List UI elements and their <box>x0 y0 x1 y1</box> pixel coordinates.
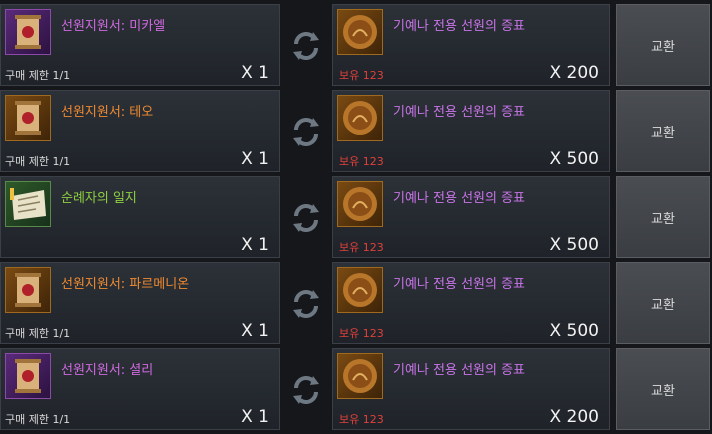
reward-slot[interactable]: 선원지원서: 미카엘 구매 제한 1/1 X 1 <box>0 4 280 86</box>
exchange-arrows-icon <box>286 112 326 152</box>
exchange-row: 선원지원서: 미카엘 구매 제한 1/1 X 1 기예나 전용 선원의 증표 보… <box>0 4 712 86</box>
purchase-limit: 구매 제한 1/1 <box>5 327 71 340</box>
item-quantity: X 1 <box>241 235 269 255</box>
item-quantity: X 1 <box>241 321 269 341</box>
exchange-list: 선원지원서: 미카엘 구매 제한 1/1 X 1 기예나 전용 선원의 증표 보… <box>0 0 712 434</box>
exchange-arrows-icon <box>286 26 326 66</box>
cost-item-name: 기예나 전용 선원의 증표 <box>393 363 525 378</box>
purchase-limit: 구매 제한 1/1 <box>5 155 71 168</box>
cost-quantity: X 500 <box>549 321 600 341</box>
exchange-arrows-icon <box>286 198 326 238</box>
cost-item-name: 기예나 전용 선원의 증표 <box>393 277 525 292</box>
reward-slot[interactable]: 선원지원서: 테오 구매 제한 1/1 X 1 <box>0 90 280 172</box>
cost-quantity: X 200 <box>549 407 600 427</box>
token-coin-icon <box>337 181 383 227</box>
token-coin-icon <box>337 267 383 313</box>
purchase-limit: 구매 제한 1/1 <box>5 69 71 82</box>
cost-quantity: X 200 <box>549 63 600 83</box>
owned-count: 보유 123 <box>339 155 384 168</box>
item-name: 순례자의 일지 <box>61 191 137 206</box>
journal-icon <box>5 181 51 227</box>
reward-slot[interactable]: 선원지원서: 셜리 구매 제한 1/1 X 1 <box>0 348 280 430</box>
item-quantity: X 1 <box>241 407 269 427</box>
cost-slot[interactable]: 기예나 전용 선원의 증표 보유 123 X 500 <box>332 90 610 172</box>
owned-count: 보유 123 <box>339 413 384 426</box>
cost-item-name: 기예나 전용 선원의 증표 <box>393 19 525 34</box>
cost-slot[interactable]: 기예나 전용 선원의 증표 보유 123 X 500 <box>332 176 610 258</box>
cost-quantity: X 500 <box>549 235 600 255</box>
cost-item-name: 기예나 전용 선원의 증표 <box>393 191 525 206</box>
cost-slot[interactable]: 기예나 전용 선원의 증표 보유 123 X 200 <box>332 4 610 86</box>
exchange-arrows-icon <box>286 284 326 324</box>
owned-count: 보유 123 <box>339 241 384 254</box>
cost-quantity: X 500 <box>549 149 600 169</box>
item-quantity: X 1 <box>241 149 269 169</box>
owned-count: 보유 123 <box>339 69 384 82</box>
item-name: 선원지원서: 미카엘 <box>61 19 166 34</box>
token-coin-icon <box>337 353 383 399</box>
exchange-button[interactable]: 교환 <box>616 4 710 86</box>
purchase-limit: 구매 제한 1/1 <box>5 413 71 426</box>
exchange-row: 선원지원서: 테오 구매 제한 1/1 X 1 기예나 전용 선원의 증표 보유… <box>0 90 712 172</box>
item-quantity: X 1 <box>241 63 269 83</box>
token-coin-icon <box>337 9 383 55</box>
item-name: 선원지원서: 파르메니온 <box>61 277 190 292</box>
exchange-button[interactable]: 교환 <box>616 90 710 172</box>
exchange-row: 선원지원서: 파르메니온 구매 제한 1/1 X 1 기예나 전용 선원의 증표… <box>0 262 712 344</box>
cost-slot[interactable]: 기예나 전용 선원의 증표 보유 123 X 200 <box>332 348 610 430</box>
reward-slot[interactable]: 선원지원서: 파르메니온 구매 제한 1/1 X 1 <box>0 262 280 344</box>
exchange-row: 순례자의 일지 X 1 기예나 전용 선원의 증표 보유 123 X 500 교… <box>0 176 712 258</box>
exchange-button[interactable]: 교환 <box>616 348 710 430</box>
exchange-arrows-icon <box>286 370 326 410</box>
scroll-icon <box>5 267 51 313</box>
scroll-icon <box>5 95 51 141</box>
exchange-button[interactable]: 교환 <box>616 262 710 344</box>
scroll-icon <box>5 9 51 55</box>
cost-slot[interactable]: 기예나 전용 선원의 증표 보유 123 X 500 <box>332 262 610 344</box>
token-coin-icon <box>337 95 383 141</box>
scroll-icon <box>5 353 51 399</box>
reward-slot[interactable]: 순례자의 일지 X 1 <box>0 176 280 258</box>
cost-item-name: 기예나 전용 선원의 증표 <box>393 105 525 120</box>
owned-count: 보유 123 <box>339 327 384 340</box>
item-name: 선원지원서: 셜리 <box>61 363 154 378</box>
exchange-row: 선원지원서: 셜리 구매 제한 1/1 X 1 기예나 전용 선원의 증표 보유… <box>0 348 712 430</box>
item-name: 선원지원서: 테오 <box>61 105 154 120</box>
exchange-button[interactable]: 교환 <box>616 176 710 258</box>
